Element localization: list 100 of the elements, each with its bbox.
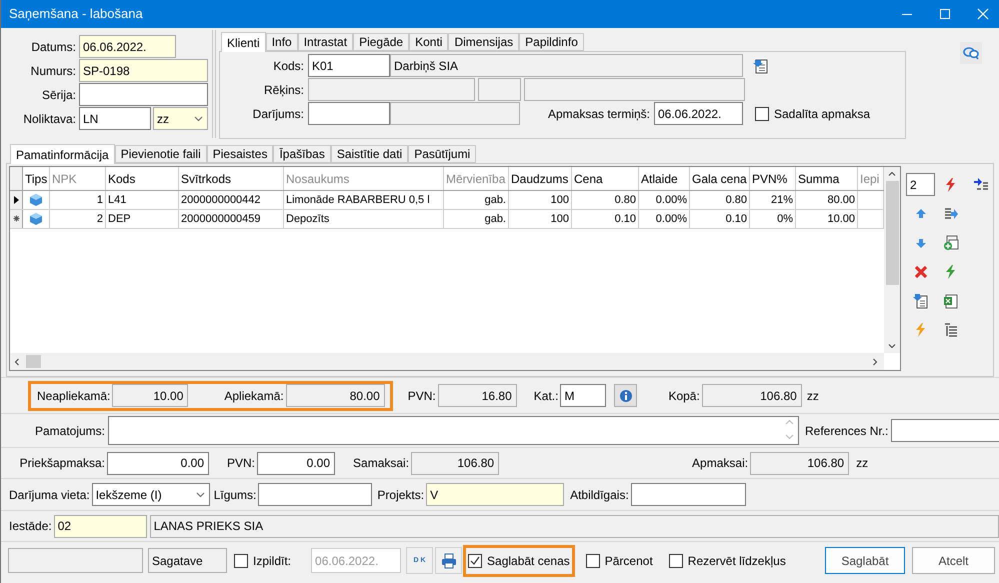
input-field: 106.80 — [411, 452, 500, 474]
table-cell: 80.00 — [796, 191, 858, 209]
chat-button[interactable] — [960, 42, 982, 64]
field-label: Atbildīgais: — [570, 486, 630, 504]
dropdown-field[interactable]: Iekšzeme (I) — [92, 483, 210, 506]
table-cell: 0.10 — [572, 210, 639, 228]
row-header[interactable] — [10, 210, 23, 228]
checkbox[interactable]: Pārcenot — [586, 552, 653, 570]
field-label: PVN: — [408, 388, 436, 404]
input-field[interactable] — [79, 83, 208, 106]
input-field[interactable]: 0.00 — [107, 452, 209, 474]
input-field[interactable]: 06.06.2022. — [79, 35, 176, 58]
table-cell: 2000000000459 — [179, 210, 284, 228]
tab[interactable]: Pasūtījumi — [408, 145, 476, 163]
input-field[interactable]: LN — [79, 107, 151, 130]
list-arrow-icon[interactable] — [973, 176, 989, 192]
input-field[interactable] — [258, 483, 372, 506]
field-label: Rēķins: — [262, 82, 305, 98]
input-field[interactable]: 06.06.2022. — [654, 102, 743, 125]
scrollbar[interactable] — [10, 353, 884, 370]
tab[interactable]: Pamatinformācija — [10, 144, 115, 164]
input-field[interactable]: V — [426, 483, 564, 506]
maximize-button[interactable] — [939, 8, 951, 20]
table-cell: 21% — [750, 191, 796, 209]
tab[interactable]: Saistītie dati — [330, 145, 408, 163]
list-arrow-icon[interactable] — [943, 206, 959, 222]
field-label: Apmaksai: — [692, 455, 750, 472]
scrollbar-thumb[interactable] — [886, 181, 898, 285]
table-cell: 0.10 — [690, 210, 750, 228]
field-label: Priekšapmaksa: — [18, 455, 106, 472]
table-cell: DEP — [106, 210, 179, 228]
tab[interactable]: Konti — [409, 33, 448, 51]
field-label: Apliekamā: — [224, 388, 284, 404]
field-label: References Nr.: — [805, 422, 890, 440]
input-field: LANAS PRIEKS SIA — [150, 514, 999, 538]
column-header[interactable]: Gala cena — [690, 167, 750, 190]
tab[interactable]: Piegāde — [353, 33, 410, 51]
print-button[interactable] — [435, 547, 462, 574]
checkbox[interactable]: Sadalīta apmaksa — [755, 104, 870, 122]
tab[interactable]: Klienti — [221, 32, 266, 52]
text-area[interactable] — [108, 416, 799, 445]
tab[interactable]: Piesaistes — [206, 145, 274, 163]
input-field[interactable]: SP-0198 — [79, 59, 208, 82]
column-header[interactable]: Tips — [23, 167, 50, 190]
checkbox[interactable]: Rezervēt līdzekļus — [668, 552, 786, 570]
table-cell: L41 — [106, 191, 179, 209]
input-field[interactable] — [308, 102, 390, 125]
field-label: Noliktava: — [22, 110, 77, 128]
table-cell: 0.00% — [639, 210, 690, 228]
document-import-icon[interactable] — [753, 58, 769, 74]
dropdown-field[interactable]: zz — [153, 107, 208, 130]
check-icon — [470, 556, 480, 566]
input-field[interactable]: K01 — [308, 54, 390, 77]
table-cell: 0.80 — [690, 191, 750, 209]
count-field[interactable]: 2 — [906, 173, 935, 196]
column-header[interactable]: Kods — [106, 167, 179, 190]
tab[interactable]: Papildinfo — [519, 33, 584, 51]
table-cell: 2000000000442 — [179, 191, 284, 209]
window-title: Saņemšana - labošana — [9, 5, 143, 24]
scrollbar[interactable] — [884, 167, 900, 353]
field-label: Iestāde: — [9, 518, 53, 535]
column-header[interactable]: Summa — [796, 167, 858, 190]
input-field: Sagatave — [148, 548, 227, 573]
table-cell: Limonāde RABARBERU 0,5 l — [284, 191, 444, 209]
spreadsheet-icon[interactable] — [943, 292, 959, 308]
tab[interactable]: Info — [266, 33, 298, 51]
document-import-icon[interactable] — [913, 292, 929, 308]
tab[interactable]: Intrastat — [298, 33, 354, 51]
table-cell: 1 — [50, 191, 106, 209]
input-field: 16.80 — [438, 384, 517, 407]
row-header[interactable] — [10, 191, 23, 209]
table-cell: Depozīts — [284, 210, 444, 228]
column-header[interactable]: Cena — [572, 167, 639, 190]
input-field[interactable] — [891, 419, 999, 442]
info-button[interactable] — [614, 384, 638, 407]
checkbox[interactable]: Saglabāt cenas — [468, 552, 570, 570]
tab[interactable]: Īpašības — [273, 145, 331, 163]
column-header[interactable]: Svītrkods — [179, 167, 284, 190]
add-copy-icon[interactable] — [943, 234, 959, 250]
input-field[interactable]: 02 — [54, 514, 147, 538]
checkbox[interactable]: Izpildīt: — [234, 552, 292, 570]
field-label: Darījums: — [252, 106, 305, 122]
delete-icon[interactable] — [913, 264, 929, 280]
cancel-button[interactable]: Atcelt — [912, 547, 995, 574]
tree-list-icon[interactable] — [943, 322, 959, 338]
printer-icon — [440, 552, 457, 568]
tab[interactable]: Dimensijas — [448, 33, 520, 51]
field-label: Projekts: — [377, 486, 426, 504]
tab[interactable]: Pievienotie faili — [114, 145, 207, 163]
input-field[interactable]: M — [560, 384, 606, 407]
scrollbar-thumb[interactable] — [26, 355, 41, 368]
current-row-icon — [12, 195, 20, 205]
save-button[interactable]: Saglabāt — [825, 547, 905, 574]
close-button[interactable] — [977, 8, 989, 20]
input-field[interactable]: 0.00 — [257, 452, 336, 474]
table-cell: 100 — [509, 210, 572, 228]
column-header[interactable]: PVN% — [750, 167, 796, 190]
column-header[interactable]: Daudzums — [509, 167, 572, 190]
column-header[interactable]: Atlaide — [639, 167, 690, 190]
input-field[interactable] — [630, 483, 746, 506]
